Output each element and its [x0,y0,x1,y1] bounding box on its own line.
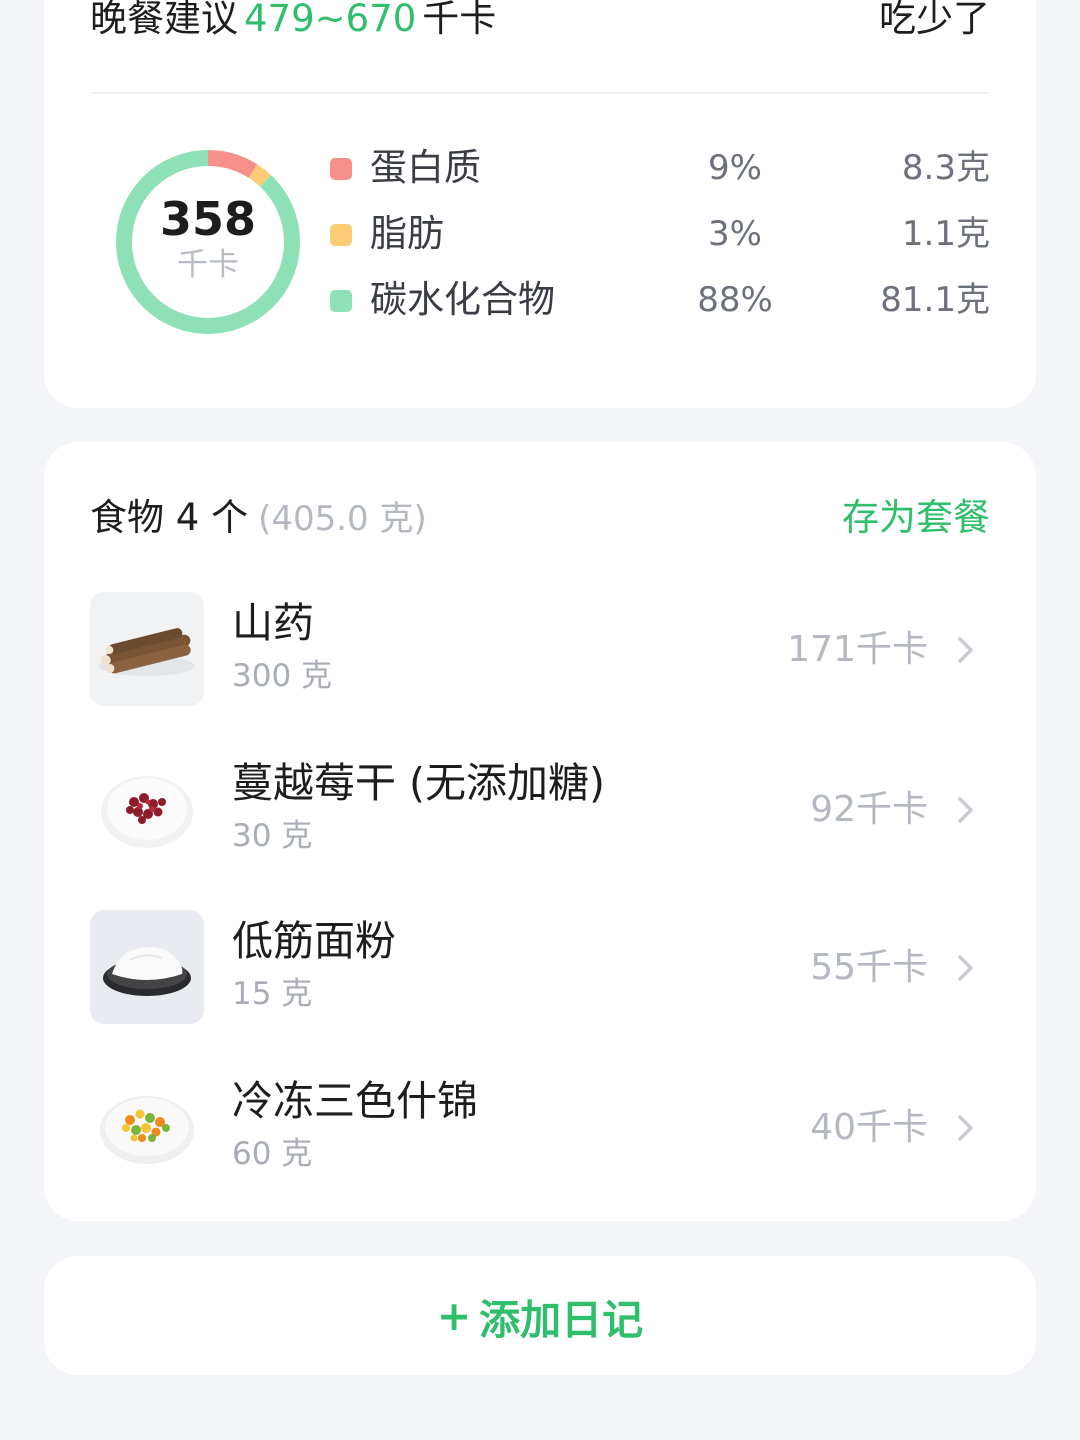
food-calories: 171千卡 [787,629,928,670]
food-weight: 60 克 [232,1136,313,1172]
macro-amount: 8.3克 [901,148,990,188]
food-item[interactable]: 蔓越莓干 (无添加糖) 30 克 92千卡 [90,752,990,868]
macro-percent: 9% [708,148,762,188]
food-item[interactable]: 低筋面粉 15 克 55千卡 [90,910,990,1026]
food-weight: 300 克 [232,658,333,694]
macro-percent: 3% [708,214,762,254]
carbs-color-dot [330,290,352,312]
food-calories: 92千卡 [810,789,928,830]
suggestion-range: 479~670 [244,0,417,40]
fat-color-dot [330,224,352,246]
macro-percent: 88% [697,280,773,320]
protein-color-dot [330,158,352,180]
food-item[interactable]: 山药 300 克 171千卡 [90,592,990,708]
macro-amount: 81.1克 [880,280,990,320]
macro-name: 脂肪 [370,212,444,255]
food-list-card: 食物 4 个 (405.0 克) 存为套餐 山药 300 克 171千卡 蔓越莓… [44,442,1036,1221]
dinner-suggestion: 晚餐建议 479~670 千卡 [90,0,496,37]
food-calories: 55千卡 [810,947,928,988]
food-name: 蔓越莓干 (无添加糖) [232,759,606,807]
intake-status: 吃少了 [879,0,990,40]
mixed-vegetables-photo [90,1070,204,1184]
food-item[interactable]: 冷冻三色什锦 60 克 40千卡 [90,1070,990,1186]
macro-name: 碳水化合物 [370,278,555,321]
add-diary-card: + 添加日记 [44,1256,1036,1375]
chevron-right-icon [958,955,973,981]
food-count: 食物 4 个 [90,496,249,539]
food-weight: 30 克 [232,818,313,854]
energy-unit: 千卡 [177,247,239,283]
nutrition-summary-card: 晚餐建议 479~670 千卡 吃少了 358 千卡 蛋白质 9% 8.3克 脂肪 … [44,0,1036,408]
macro-row-carbs: 碳水化合物 88% 81.1克 [330,278,990,322]
yam-photo [90,592,204,706]
chevron-right-icon [958,1115,973,1141]
food-count-title: 食物 4 个 (405.0 克) [90,496,427,541]
dried-cranberry-photo [90,752,204,866]
food-list-header: 食物 4 个 (405.0 克) 存为套餐 [90,496,990,540]
add-diary-button[interactable]: + 添加日记 [44,1256,1036,1375]
flour-photo [90,910,204,1024]
save-as-combo-button[interactable]: 存为套餐 [842,496,990,540]
dinner-suggestion-row: 晚餐建议 479~670 千卡 吃少了 [90,0,990,94]
plus-icon: + [436,1291,472,1340]
food-name: 冷冻三色什锦 [232,1077,478,1125]
suggestion-unit: 千卡 [422,0,497,40]
energy-value: 358 [159,192,257,246]
food-name: 山药 [232,599,314,647]
food-total-weight: (405.0 克) [258,499,427,539]
suggestion-label: 晚餐建议 [90,0,238,40]
food-weight: 15 克 [232,976,313,1012]
macro-row-fat: 脂肪 3% 1.1克 [330,212,990,256]
chevron-right-icon [958,637,973,663]
macro-amount: 1.1克 [901,214,990,254]
macro-name: 蛋白质 [370,146,481,189]
add-diary-label: 添加日记 [479,1295,644,1344]
food-calories: 40千卡 [810,1107,928,1148]
food-name: 低筋面粉 [232,917,396,965]
chevron-right-icon [958,797,973,823]
macro-row-protein: 蛋白质 9% 8.3克 [330,146,990,190]
